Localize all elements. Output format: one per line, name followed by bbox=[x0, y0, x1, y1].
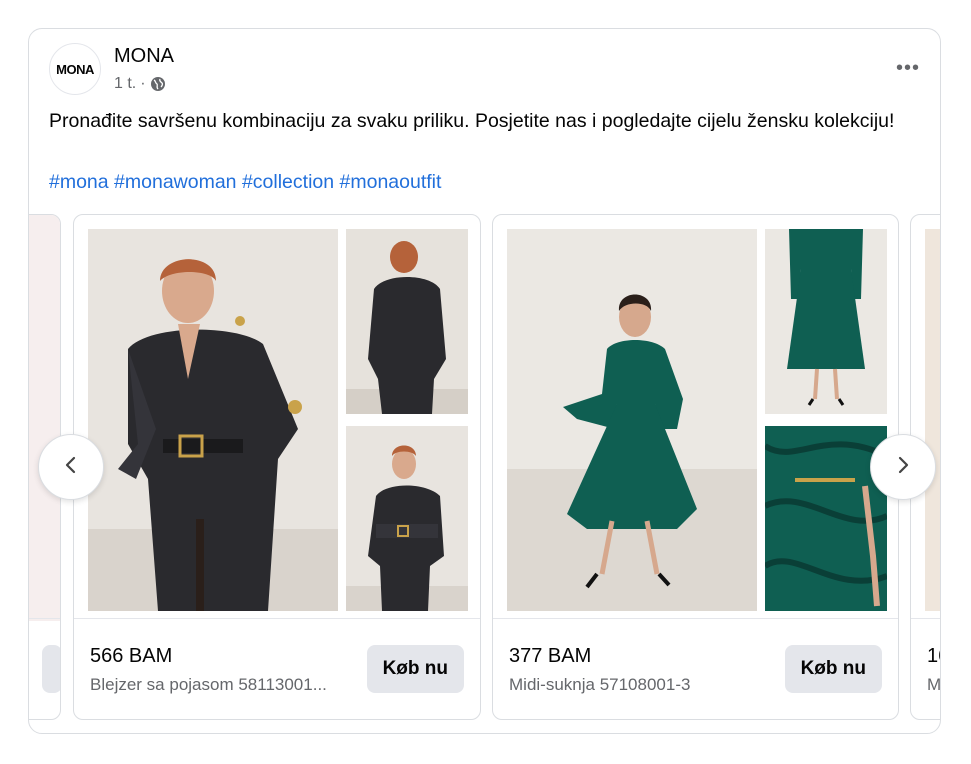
post-time[interactable]: 1 t. bbox=[114, 75, 136, 93]
hashtag-link[interactable]: #monawoman bbox=[114, 171, 236, 193]
avatar[interactable]: MONA bbox=[49, 43, 101, 95]
card-footer: 16 M bbox=[911, 618, 941, 719]
product-image-pose bbox=[346, 426, 468, 611]
product-price: 16 bbox=[927, 645, 940, 667]
product-image bbox=[29, 215, 60, 621]
post-meta: 1 t. · bbox=[114, 75, 166, 93]
carousel-next-button[interactable] bbox=[870, 434, 936, 500]
card-footer: 566 BAM Blejzer sa pojasom 58113001... K… bbox=[74, 618, 480, 719]
hashtag-link[interactable]: #monaoutfit bbox=[340, 171, 442, 193]
product-carousel: 566 BAM Blejzer sa pojasom 58113001... K… bbox=[29, 214, 941, 720]
product-image-main bbox=[88, 229, 338, 611]
product-image-back bbox=[765, 229, 887, 414]
product-image bbox=[925, 229, 940, 611]
card-footer: 377 BAM Midi-suknja 57108001-3 Køb nu bbox=[493, 618, 898, 719]
card-footer bbox=[29, 618, 60, 719]
post-header: MONA MONA 1 t. · ••• bbox=[49, 43, 920, 97]
page-name[interactable]: MONA bbox=[114, 45, 174, 68]
hashtags: #mona #monawoman #collection #monaoutfit bbox=[49, 171, 441, 194]
hashtag-link[interactable]: #mona bbox=[49, 171, 109, 193]
carousel-prev-button[interactable] bbox=[38, 434, 104, 500]
more-options-icon[interactable]: ••• bbox=[896, 57, 920, 80]
meta-separator: · bbox=[140, 75, 146, 92]
product-description: M bbox=[927, 675, 941, 694]
globe-icon bbox=[150, 76, 166, 92]
product-description: Midi-suknja 57108001-3 bbox=[509, 675, 691, 694]
hashtag-link[interactable]: #collection bbox=[242, 171, 334, 193]
product-description: Blejzer sa pojasom 58113001... bbox=[90, 675, 327, 694]
carousel-card[interactable]: 377 BAM Midi-suknja 57108001-3 Køb nu bbox=[492, 214, 899, 720]
buy-now-button[interactable]: Køb nu bbox=[366, 645, 464, 693]
product-price: 566 BAM bbox=[90, 645, 173, 667]
buy-now-button[interactable]: Køb nu bbox=[784, 645, 882, 693]
buy-button[interactable] bbox=[42, 645, 60, 693]
product-image-back bbox=[346, 229, 468, 414]
post-text: Pronađite savršenu kombinaciju za svaku … bbox=[49, 110, 895, 132]
post-card: MONA MONA 1 t. · ••• Pronađite savršenu … bbox=[28, 28, 941, 734]
product-image-main bbox=[507, 229, 757, 611]
chevron-right-icon bbox=[893, 455, 913, 480]
product-image-detail bbox=[763, 426, 889, 611]
carousel-card[interactable]: 566 BAM Blejzer sa pojasom 58113001... K… bbox=[73, 214, 481, 720]
chevron-left-icon bbox=[61, 455, 81, 480]
product-price: 377 BAM bbox=[509, 645, 592, 667]
